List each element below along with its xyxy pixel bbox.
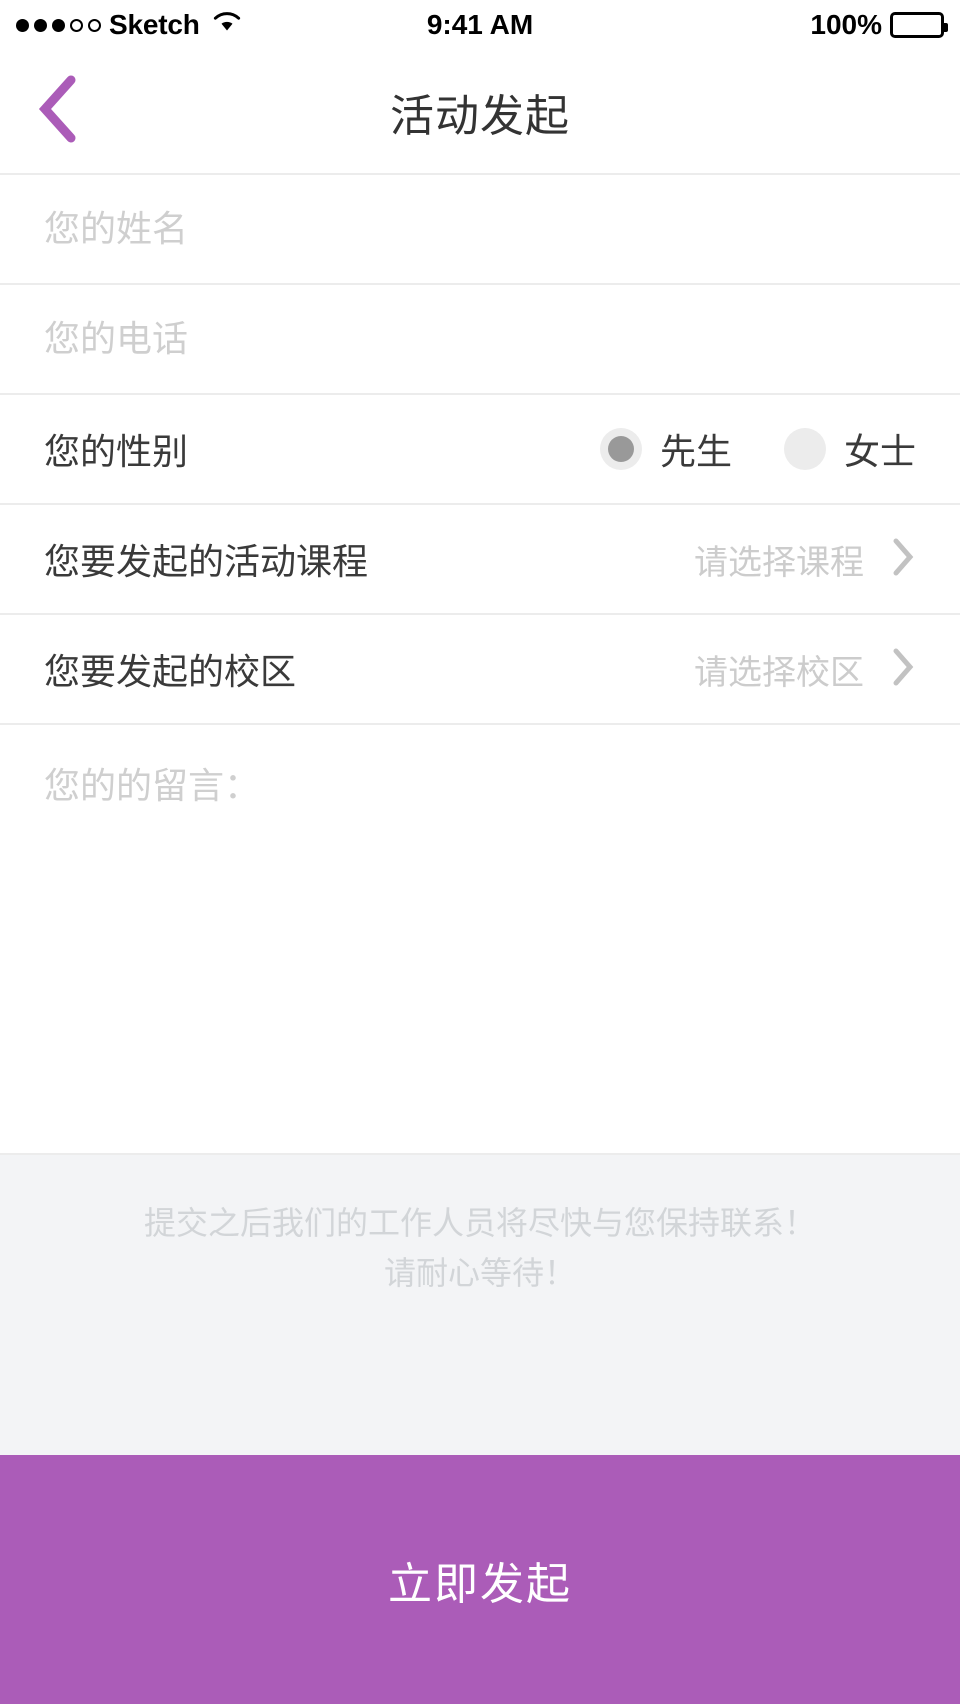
row-message[interactable]: [0, 725, 960, 1155]
app-screen: Sketch 9:41 AM 100% 活动发起 您的姓名 您的电话 您的性别 …: [0, 0, 960, 1704]
phone-input[interactable]: [44, 318, 916, 360]
course-selector-right: 请选择课程: [694, 535, 916, 584]
page-title: 活动发起: [390, 91, 570, 141]
radio-label-female: 女士: [843, 431, 916, 472]
status-bar-time: 9:41 AM: [426, 9, 534, 40]
campus-label: 您要发起的校区: [44, 651, 297, 692]
radio-icon-male: [599, 428, 642, 470]
row-course-selector[interactable]: 您要发起的活动课程 请选择课程: [0, 505, 960, 615]
gender-label: 您的性别: [44, 431, 189, 472]
row-gender: 您的性别 先生 女士: [0, 395, 960, 505]
campus-value: 请选择校区: [694, 653, 864, 692]
radio-label-male: 先生: [659, 431, 732, 472]
course-value: 请选择课程: [694, 543, 864, 582]
note-line-1: 提交之后我们的工作人员将尽快与您保持联系！: [143, 1205, 816, 1241]
radio-icon-female: [783, 428, 826, 470]
campus-selector-right: 请选择校区: [694, 645, 916, 694]
chevron-right-icon: [890, 646, 916, 693]
row-campus-selector[interactable]: 您要发起的校区 请选择校区: [0, 615, 960, 725]
form-section: 您的性别 先生 女士 您要发起的活动课程 请选择课程: [0, 175, 960, 725]
radio-option-male[interactable]: 先生: [599, 423, 732, 475]
message-textarea[interactable]: [44, 761, 916, 1153]
chevron-left-icon: [35, 74, 83, 149]
back-button[interactable]: [24, 74, 94, 149]
submit-button[interactable]: 立即发起: [0, 1455, 960, 1704]
radio-option-female[interactable]: 女士: [783, 423, 916, 475]
navigation-bar: 活动发起: [0, 50, 960, 175]
status-bar: Sketch 9:41 AM 100%: [0, 0, 960, 50]
chevron-right-icon: [890, 536, 916, 583]
gender-options: 先生 女士: [599, 423, 916, 475]
course-label: 您要发起的活动课程: [44, 541, 369, 582]
row-name[interactable]: [0, 175, 960, 285]
battery-full-icon: [890, 12, 948, 38]
footer-note: 提交之后我们的工作人员将尽快与您保持联系！ 请耐心等待！: [0, 1155, 960, 1455]
note-line-2: 请耐心等待！: [383, 1254, 576, 1291]
row-phone[interactable]: [0, 285, 960, 395]
name-input[interactable]: [44, 208, 916, 250]
